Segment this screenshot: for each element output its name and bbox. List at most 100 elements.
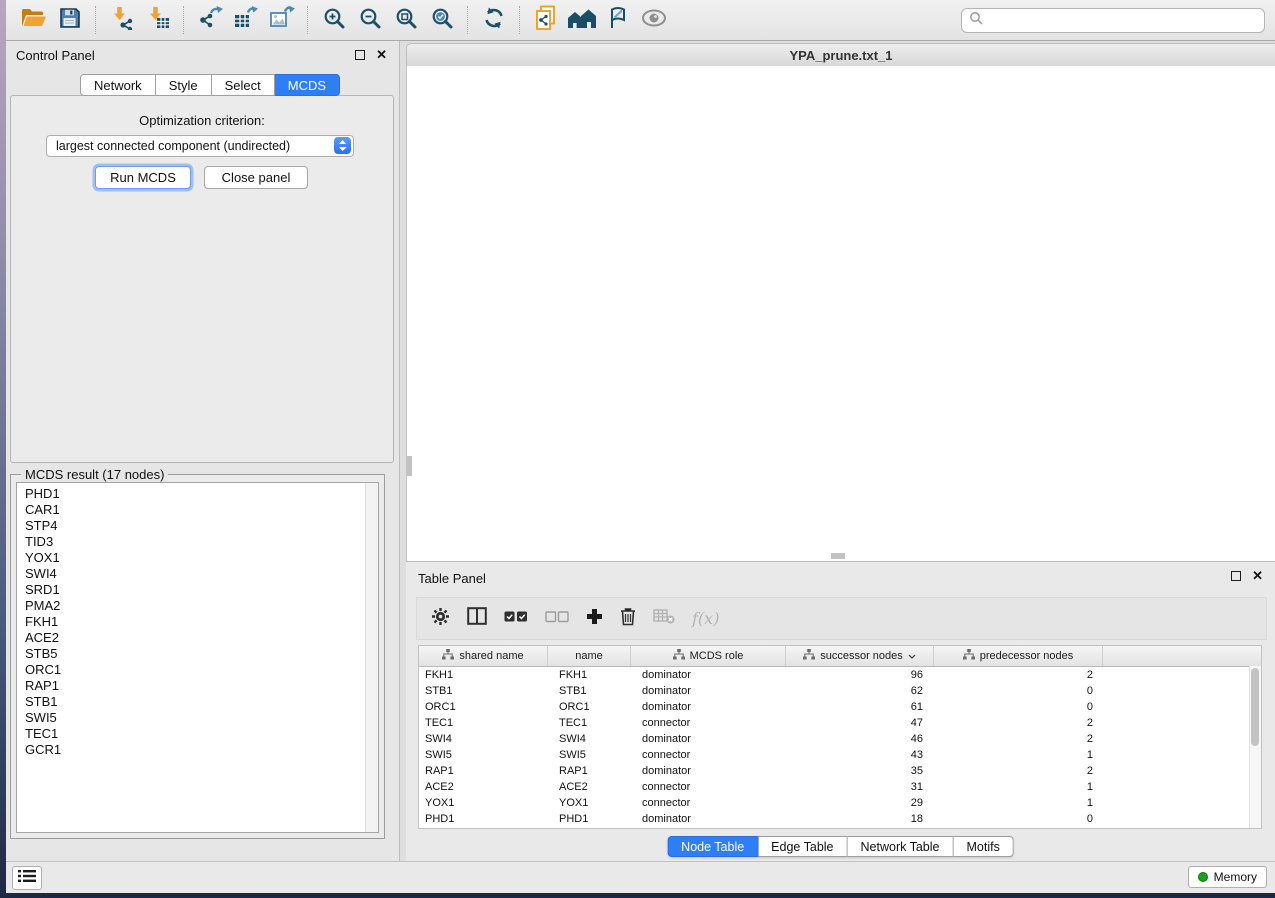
table-cell: PHD1 xyxy=(548,813,631,825)
toolbar-separator xyxy=(519,6,521,34)
mcds-list-item[interactable]: ACE2 xyxy=(25,630,378,646)
tab-node-table[interactable]: Node Table xyxy=(667,836,758,857)
deselect-all-button[interactable] xyxy=(545,610,569,628)
mcds-list-item[interactable]: RAP1 xyxy=(25,678,378,694)
tab-edge-table[interactable]: Edge Table xyxy=(758,836,847,857)
mcds-list-item[interactable]: YOX1 xyxy=(25,550,378,566)
export-table-button[interactable] xyxy=(228,4,264,36)
mcds-result-list: PHD1CAR1STP4TID3YOX1SWI4SRD1PMA2FKH1ACE2… xyxy=(16,482,379,833)
mcds-list-item[interactable]: PHD1 xyxy=(25,486,378,502)
open-folder-icon xyxy=(21,7,47,34)
table-cell: 1 xyxy=(934,781,1103,793)
tab-style[interactable]: Style xyxy=(156,74,212,96)
table-cell: SWI4 xyxy=(419,733,548,745)
show-graphics-button[interactable] xyxy=(636,4,672,36)
table-scrollbar[interactable] xyxy=(1249,666,1261,828)
table-row[interactable]: SWI4SWI4dominator462 xyxy=(419,731,1261,747)
add-column-button[interactable] xyxy=(586,608,603,630)
tab-network-table[interactable]: Network Table xyxy=(848,836,954,857)
function-builder-button[interactable]: f(x) xyxy=(692,609,719,628)
delete-table-button[interactable] xyxy=(653,608,675,629)
refresh-layout-button[interactable] xyxy=(476,4,512,36)
network-hscroll-thumb[interactable] xyxy=(831,553,845,559)
column-header-successor-nodes[interactable]: successor nodes xyxy=(786,646,934,666)
table-row[interactable]: ACE2ACE2connector311 xyxy=(419,779,1261,795)
column-label: name xyxy=(575,650,603,662)
mcds-list-item[interactable]: PMA2 xyxy=(25,598,378,614)
column-header-shared-name[interactable]: shared name xyxy=(419,646,548,666)
close-panel-button[interactable]: Close panel xyxy=(204,166,308,189)
float-panel-icon[interactable] xyxy=(355,50,365,60)
table-row[interactable]: YOX1YOX1connector291 xyxy=(419,795,1261,811)
mcds-tab-content: Optimization criterion: largest connecte… xyxy=(10,95,394,463)
memory-button[interactable]: Memory xyxy=(1188,866,1267,888)
save-session-button[interactable] xyxy=(52,4,88,36)
float-panel-icon[interactable] xyxy=(1231,571,1241,581)
task-history-button[interactable] xyxy=(12,866,42,890)
zoom-out-button[interactable] xyxy=(352,4,388,36)
refresh-icon xyxy=(482,6,506,35)
tab-motifs[interactable]: Motifs xyxy=(953,836,1013,857)
mcds-list-item[interactable]: CAR1 xyxy=(25,502,378,518)
window-minimize-icon[interactable] xyxy=(436,49,448,61)
mcds-list-item[interactable]: TID3 xyxy=(25,534,378,550)
table-row[interactable]: FKH1FKH1dominator962 xyxy=(419,667,1261,683)
mcds-list-item[interactable]: GCR1 xyxy=(25,742,378,758)
run-mcds-button[interactable]: Run MCDS xyxy=(95,166,191,189)
table-cell: 61 xyxy=(786,701,934,713)
window-close-icon[interactable] xyxy=(416,49,428,61)
table-row[interactable]: ORC1ORC1dominator610 xyxy=(419,699,1261,715)
mcds-list-item[interactable]: STP4 xyxy=(25,518,378,534)
zoom-fit-button[interactable] xyxy=(388,4,424,36)
close-panel-icon[interactable]: ✕ xyxy=(376,50,387,60)
zoom-in-button[interactable] xyxy=(316,4,352,36)
table-row[interactable]: STB1STB1dominator620 xyxy=(419,683,1261,699)
network-canvas[interactable] xyxy=(406,66,1275,561)
close-panel-icon[interactable]: ✕ xyxy=(1252,571,1263,581)
import-network-button[interactable] xyxy=(104,4,140,36)
mcds-list-item[interactable]: ORC1 xyxy=(25,662,378,678)
tab-network[interactable]: Network xyxy=(80,74,156,96)
table-row[interactable]: PHD1PHD1dominator180 xyxy=(419,811,1261,827)
table-scrollbar-thumb[interactable] xyxy=(1251,668,1259,746)
import-table-button[interactable] xyxy=(140,4,176,36)
mcds-list-scrollbar[interactable] xyxy=(365,483,378,832)
network-vscroll-thumb[interactable] xyxy=(407,456,412,476)
table-row[interactable]: SWI5SWI5connector431 xyxy=(419,747,1261,763)
mcds-list-item[interactable]: STB1 xyxy=(25,694,378,710)
column-header-predecessor-nodes[interactable]: predecessor nodes xyxy=(934,646,1103,666)
table-cell: TEC1 xyxy=(548,717,631,729)
table-row[interactable]: TEC1TEC1connector472 xyxy=(419,715,1261,731)
column-header-name[interactable]: name xyxy=(548,646,631,666)
network-window-titlebar[interactable]: YPA_prune.txt_1 xyxy=(406,43,1275,67)
mcds-list-item[interactable]: TEC1 xyxy=(25,726,378,742)
zoom-selected-button[interactable] xyxy=(424,4,460,36)
column-header-MCDS-role[interactable]: MCDS role xyxy=(631,646,786,666)
tab-select[interactable]: Select xyxy=(212,74,275,96)
tab-mcds[interactable]: MCDS xyxy=(275,74,340,96)
export-network-button[interactable] xyxy=(192,4,228,36)
mcds-list-item[interactable]: SRD1 xyxy=(25,582,378,598)
select-all-button[interactable] xyxy=(504,610,528,628)
home-networks-button[interactable] xyxy=(564,4,600,36)
table-row[interactable]: RAP1RAP1dominator352 xyxy=(419,763,1261,779)
window-maximize-icon[interactable] xyxy=(456,49,468,61)
mcds-list-item[interactable]: SWI5 xyxy=(25,710,378,726)
show-columns-button[interactable] xyxy=(467,607,487,630)
plus-icon xyxy=(586,608,603,630)
share-document-button[interactable] xyxy=(528,4,564,36)
checked-boxes-icon xyxy=(504,610,528,628)
search-input[interactable] xyxy=(988,12,1257,28)
open-file-button[interactable] xyxy=(16,4,52,36)
table-cell: 18 xyxy=(786,813,934,825)
column-label: predecessor nodes xyxy=(980,650,1074,662)
hide-graphics-button[interactable] xyxy=(600,4,636,36)
mcds-list-item[interactable]: FKH1 xyxy=(25,614,378,630)
column-settings-button[interactable] xyxy=(431,607,450,631)
export-image-button[interactable] xyxy=(264,4,300,36)
delete-column-button[interactable] xyxy=(620,607,636,631)
zoom-in-icon xyxy=(323,7,345,34)
criterion-select[interactable]: largest connected component (undirected) xyxy=(46,135,354,157)
mcds-list-item[interactable]: STB5 xyxy=(25,646,378,662)
mcds-list-item[interactable]: SWI4 xyxy=(25,566,378,582)
